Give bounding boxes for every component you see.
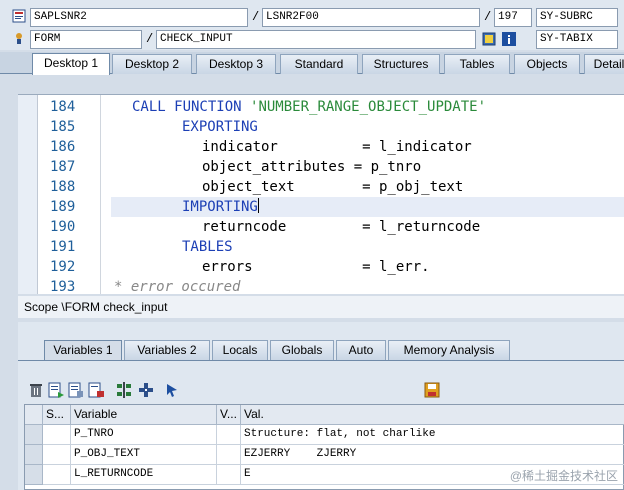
tab-desktop-1[interactable]: Desktop 1 xyxy=(32,53,110,75)
line-number: 186 xyxy=(50,139,76,155)
string-literal: 'NUMBER_RANGE_OBJECT_UPDATE' xyxy=(250,99,487,115)
line-number: 188 xyxy=(50,179,76,195)
value-cell[interactable]: Structure: flat, not charlike xyxy=(241,425,624,445)
row-selector[interactable] xyxy=(25,465,43,485)
tab-structures[interactable]: Structures xyxy=(362,54,440,74)
column-header-status[interactable]: S... xyxy=(43,405,71,425)
code-line: indicator = l_indicator xyxy=(114,137,624,157)
pointer-icon[interactable] xyxy=(164,382,180,398)
scope-label: Scope \FORM check_input xyxy=(18,296,624,318)
line-number: 193 xyxy=(50,279,76,294)
v-cell xyxy=(217,445,241,465)
tab-memory-analysis[interactable]: Memory Analysis xyxy=(388,340,510,360)
code-line: returncode = l_returncode xyxy=(114,217,624,237)
status-cell xyxy=(43,425,71,445)
editor-separator xyxy=(100,95,101,294)
status-cell xyxy=(43,445,71,465)
v-cell xyxy=(217,465,241,485)
code-line: object_text = p_obj_text xyxy=(114,177,624,197)
tab-tables[interactable]: Tables xyxy=(444,54,510,74)
debugger-header: SAPLSNR2 / LSNR2F00 / 197 SY-SUBRC FORM … xyxy=(0,0,624,50)
row-selector[interactable] xyxy=(25,445,43,465)
delete-row-icon[interactable] xyxy=(88,382,104,398)
display-icon[interactable] xyxy=(482,32,496,46)
column-header-value[interactable]: Val. xyxy=(241,405,624,425)
program-icon xyxy=(12,9,26,23)
tab-variables-1[interactable]: Variables 1 xyxy=(44,340,122,360)
navigate-icon[interactable] xyxy=(138,382,154,398)
slash-1: / xyxy=(252,10,260,24)
sy-subrc-field[interactable]: SY-SUBRC xyxy=(536,8,618,27)
hierarchy-icon[interactable] xyxy=(116,382,132,398)
code-line: errors = l_err. xyxy=(114,257,624,277)
line-field[interactable]: 197 xyxy=(494,8,532,27)
save-icon[interactable] xyxy=(424,382,440,398)
event-icon xyxy=(16,33,22,44)
code-line-text: IMPORTING xyxy=(182,199,258,215)
copy-row-icon[interactable] xyxy=(68,382,84,398)
line-number: 185 xyxy=(50,119,76,135)
line-number: 187 xyxy=(50,159,76,175)
code-line: EXPORTING xyxy=(114,117,624,137)
value-cell[interactable]: EZJERRY ZJERRY xyxy=(241,445,624,465)
include-field[interactable]: LSNR2F00 xyxy=(262,8,480,27)
line-number: 191 xyxy=(50,239,76,255)
insert-row-icon[interactable] xyxy=(48,382,64,398)
slash-3: / xyxy=(146,32,154,46)
event-type-field[interactable]: FORM xyxy=(30,30,142,49)
editor-gutter xyxy=(18,95,38,294)
sy-tabix-field[interactable]: SY-TABIX xyxy=(536,30,618,49)
text-cursor xyxy=(257,198,259,213)
tab-objects[interactable]: Objects xyxy=(514,54,580,74)
code-line-text: errors = l_err. xyxy=(202,259,430,275)
row-selector[interactable] xyxy=(25,425,43,445)
line-number: 189 xyxy=(50,199,76,215)
routine-field[interactable]: CHECK_INPUT xyxy=(156,30,476,49)
tab-standard[interactable]: Standard xyxy=(280,54,358,74)
code-line-text: EXPORTING xyxy=(182,119,258,135)
code-line: * error occured xyxy=(114,277,624,294)
tab-variables-2[interactable]: Variables 2 xyxy=(124,340,210,360)
delete-icon[interactable] xyxy=(28,382,44,398)
code-line-text: object_attributes = p_tnro xyxy=(202,159,422,175)
code-line-text: CALL FUNCTION xyxy=(132,99,251,115)
column-header-v[interactable]: V... xyxy=(217,405,241,425)
slash-2: / xyxy=(484,10,492,24)
v-cell xyxy=(217,425,241,445)
tab-locals[interactable]: Locals xyxy=(212,340,268,360)
desktop-tab-strip: Desktop 1 Desktop 2 Desktop 3 Standard S… xyxy=(0,52,624,75)
watermark: @稀土掘金技术社区 xyxy=(509,469,618,483)
variables-panel: Variables 1 Variables 2 Locals Globals A… xyxy=(18,322,624,490)
source-editor[interactable]: 184 185 186 187 188 189 190 191 192 193 … xyxy=(18,94,624,294)
line-number: 192 xyxy=(50,259,76,275)
variable-name-cell[interactable]: L_RETURNCODE xyxy=(71,465,217,485)
code-line: TABLES xyxy=(114,237,624,257)
variable-name-cell[interactable]: P_TNRO xyxy=(71,425,217,445)
info-icon[interactable] xyxy=(502,32,516,46)
variable-name-cell[interactable]: P_OBJ_TEXT xyxy=(71,445,217,465)
grid-corner xyxy=(25,405,43,425)
tab-desktop-2[interactable]: Desktop 2 xyxy=(112,54,192,74)
status-cell xyxy=(43,465,71,485)
tab-detail[interactable]: Detail xyxy=(584,54,624,74)
line-number: 190 xyxy=(50,219,76,235)
code-line-text: TABLES xyxy=(182,239,233,255)
tab-desktop-3[interactable]: Desktop 3 xyxy=(196,54,276,74)
code-line: object_attributes = p_tnro xyxy=(114,157,624,177)
tab-auto[interactable]: Auto xyxy=(336,340,386,360)
column-header-variable[interactable]: Variable xyxy=(71,405,217,425)
code-line-text: object_text = p_obj_text xyxy=(202,179,464,195)
line-number: 184 xyxy=(50,99,76,115)
program-field[interactable]: SAPLSNR2 xyxy=(30,8,248,27)
code-line-text: * error occured xyxy=(114,279,241,294)
tab-globals[interactable]: Globals xyxy=(270,340,334,360)
code-line: CALL FUNCTION 'NUMBER_RANGE_OBJECT_UPDAT… xyxy=(114,97,624,117)
tab-baseline xyxy=(18,360,624,361)
code-line-current: IMPORTING xyxy=(111,197,624,217)
code-line-text: indicator = l_indicator xyxy=(202,139,472,155)
code-line-text: returncode = l_returncode xyxy=(202,219,481,235)
